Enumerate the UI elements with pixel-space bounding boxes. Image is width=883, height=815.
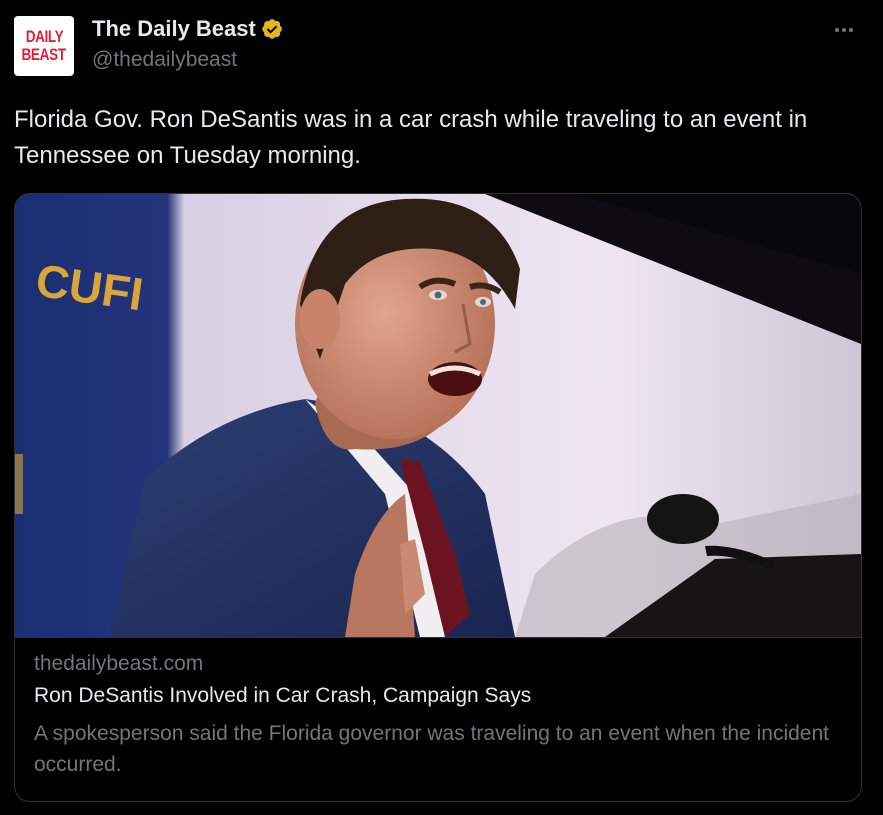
more-options-button[interactable] <box>835 20 859 40</box>
account-avatar[interactable]: DAILY BEAST <box>14 16 74 76</box>
account-name-row: The Daily Beast <box>92 16 284 42</box>
link-card-title: Ron DeSantis Involved in Car Crash, Camp… <box>34 684 532 707</box>
more-dot-icon <box>835 28 839 32</box>
avatar-logo-line1: DAILY <box>25 27 63 46</box>
more-dot-icon <box>842 28 846 32</box>
link-card-description: A spokesperson said the Florida governor… <box>34 722 829 776</box>
link-card-domain: thedailybeast.com <box>34 652 204 675</box>
tweet-text: Florida Gov. Ron DeSantis was in a car c… <box>14 106 808 169</box>
link-card-body[interactable]: thedailybeast.com Ron DeSantis Involved … <box>15 637 861 801</box>
avatar-logo-line2: BEAST <box>21 45 67 64</box>
link-card[interactable]: CUFI thedailybeast.com Ron DeSantis Invo… <box>14 193 862 802</box>
gold-verified-icon[interactable] <box>260 17 284 41</box>
account-handle[interactable]: @thedailybeast <box>92 48 237 72</box>
display-name[interactable]: The Daily Beast <box>92 16 256 42</box>
more-dot-icon <box>849 28 853 32</box>
link-card-photo[interactable]: CUFI <box>15 194 861 637</box>
